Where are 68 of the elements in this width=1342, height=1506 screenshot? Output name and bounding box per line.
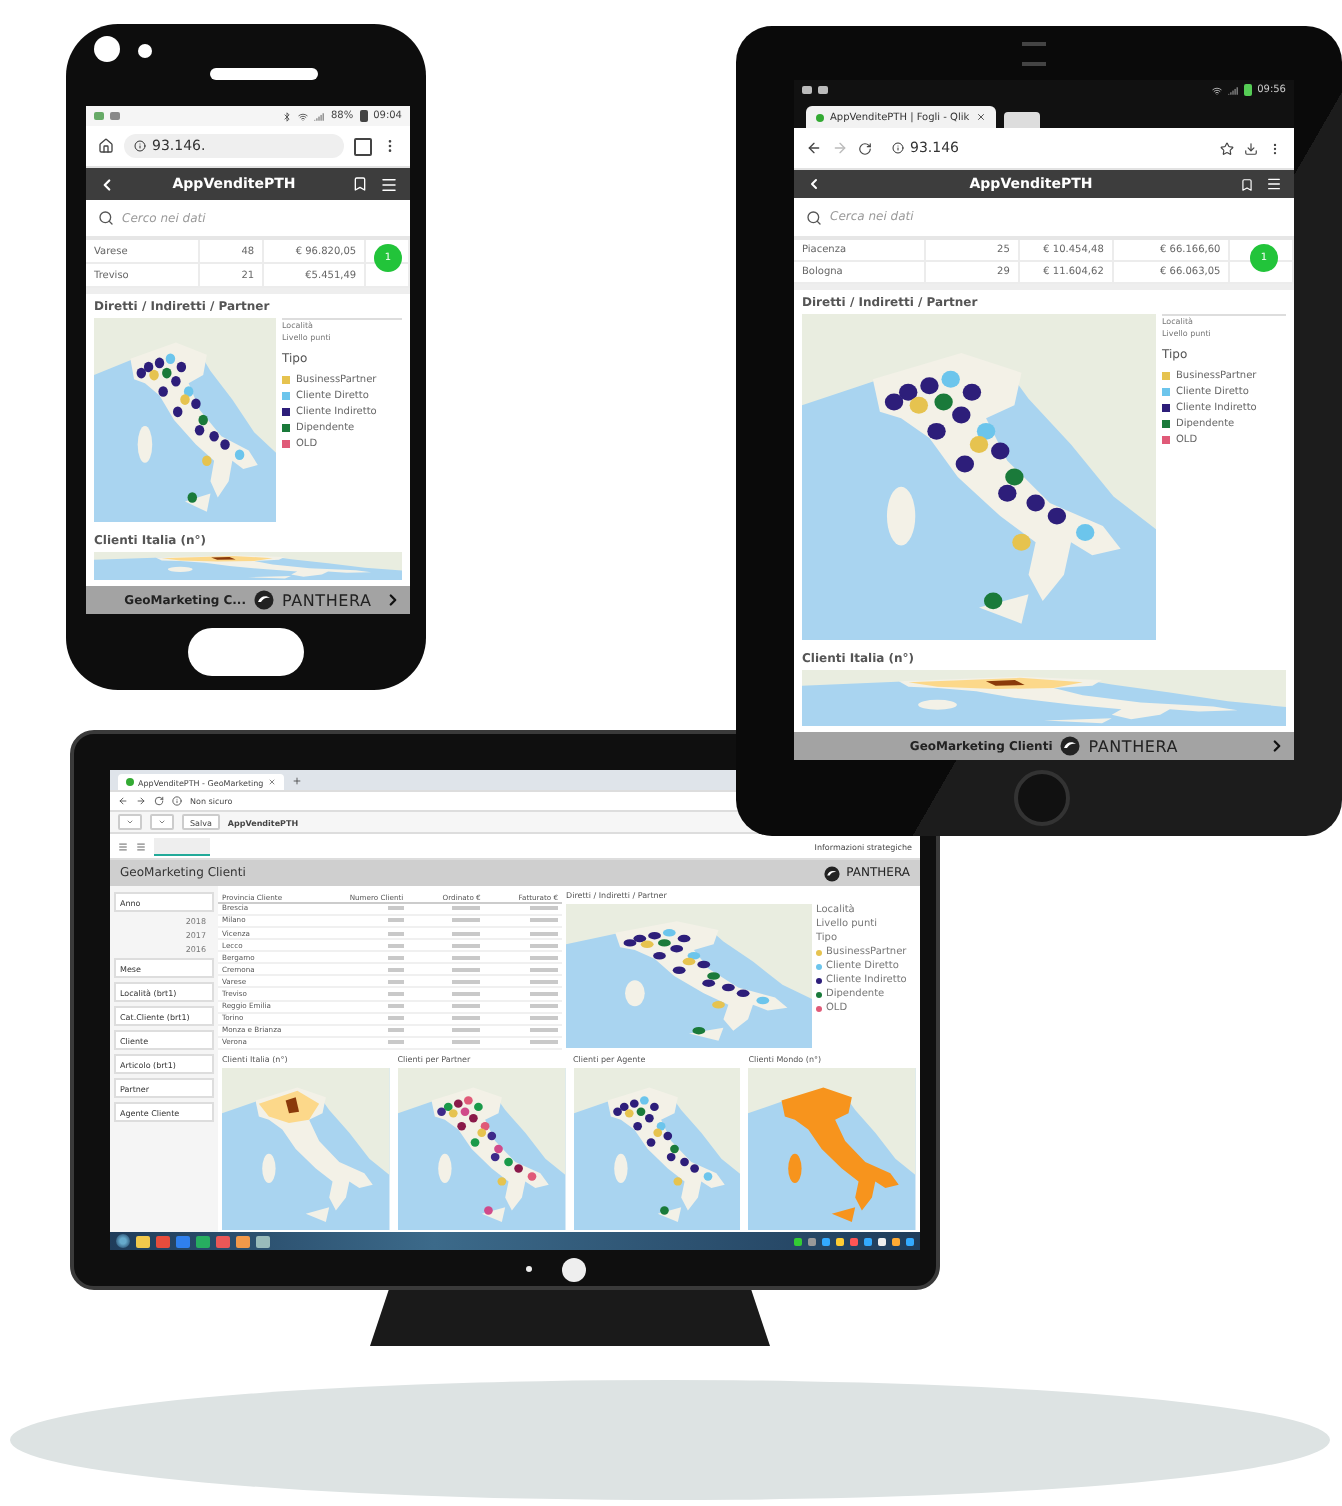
battery-icon — [359, 110, 368, 122]
power-button[interactable] — [562, 1258, 586, 1282]
blurred-value — [452, 943, 481, 948]
home-icon[interactable] — [98, 138, 114, 154]
search-icon — [806, 209, 822, 225]
blurred-value — [530, 1040, 559, 1045]
tabs-icon[interactable] — [354, 137, 372, 155]
next-icon[interactable] — [384, 591, 402, 609]
wifi-icon — [298, 111, 309, 121]
bluetooth-icon — [282, 111, 293, 121]
signal-icon — [1227, 85, 1238, 95]
new-tab-icon[interactable] — [291, 775, 302, 785]
signal-icon — [314, 111, 325, 121]
speaker-grille — [210, 68, 318, 80]
blurred-value — [452, 931, 481, 936]
bookmark-icon[interactable] — [1240, 177, 1254, 191]
blurred-value — [452, 918, 481, 923]
battery-icon — [1243, 84, 1252, 96]
back-icon[interactable] — [806, 176, 822, 192]
more-icon[interactable] — [1268, 141, 1282, 155]
home-button[interactable] — [188, 628, 304, 676]
info-icon — [892, 142, 904, 154]
blurred-value — [452, 1028, 481, 1033]
start-button[interactable] — [116, 1234, 130, 1248]
blurred-value — [530, 943, 559, 948]
blurred-value — [530, 918, 559, 923]
blurred-value — [452, 1004, 481, 1009]
blurred-value — [530, 967, 559, 972]
star-icon[interactable] — [1220, 141, 1234, 155]
camera-icon — [94, 36, 120, 62]
bookmark-icon[interactable] — [352, 176, 368, 192]
menu-icon[interactable] — [380, 175, 398, 193]
blurred-value — [530, 979, 559, 984]
blurred-value — [530, 1004, 559, 1009]
blurred-value — [452, 967, 481, 972]
new-tab-button[interactable] — [1003, 112, 1040, 128]
favicon-icon — [126, 778, 134, 786]
panther-logo-icon — [824, 865, 841, 881]
wifi-icon — [1211, 85, 1222, 95]
blurred-value — [530, 931, 559, 936]
blurred-value — [452, 1040, 481, 1045]
reload-icon[interactable] — [858, 141, 872, 155]
favicon-icon — [816, 113, 824, 121]
blurred-value — [452, 1016, 481, 1021]
forward-arrow-icon[interactable] — [136, 796, 146, 806]
blurred-value — [530, 955, 559, 960]
blurred-value — [452, 979, 481, 984]
sheet-tab[interactable] — [154, 837, 210, 855]
info-icon — [172, 796, 182, 806]
brand-name: PANTHERA — [281, 591, 372, 609]
next-icon[interactable] — [1268, 737, 1286, 755]
blurred-value — [530, 1028, 559, 1033]
back-icon[interactable] — [98, 175, 116, 193]
grip-icon — [1022, 42, 1046, 66]
blurred-value — [452, 955, 481, 960]
sensor-icon — [138, 44, 152, 58]
blurred-value — [530, 1016, 559, 1021]
back-arrow-icon[interactable] — [118, 796, 128, 806]
brand-name: PANTHERA — [1088, 737, 1179, 755]
menu-icon[interactable] — [1266, 176, 1282, 192]
panther-logo-icon — [253, 590, 274, 610]
search-icon — [98, 210, 114, 226]
info-icon — [134, 140, 146, 152]
back-arrow-icon[interactable] — [806, 140, 822, 156]
panther-logo-icon — [1060, 736, 1081, 756]
download-icon[interactable] — [1244, 141, 1258, 155]
reload-icon[interactable] — [154, 796, 164, 806]
indicator-light — [526, 1266, 532, 1272]
